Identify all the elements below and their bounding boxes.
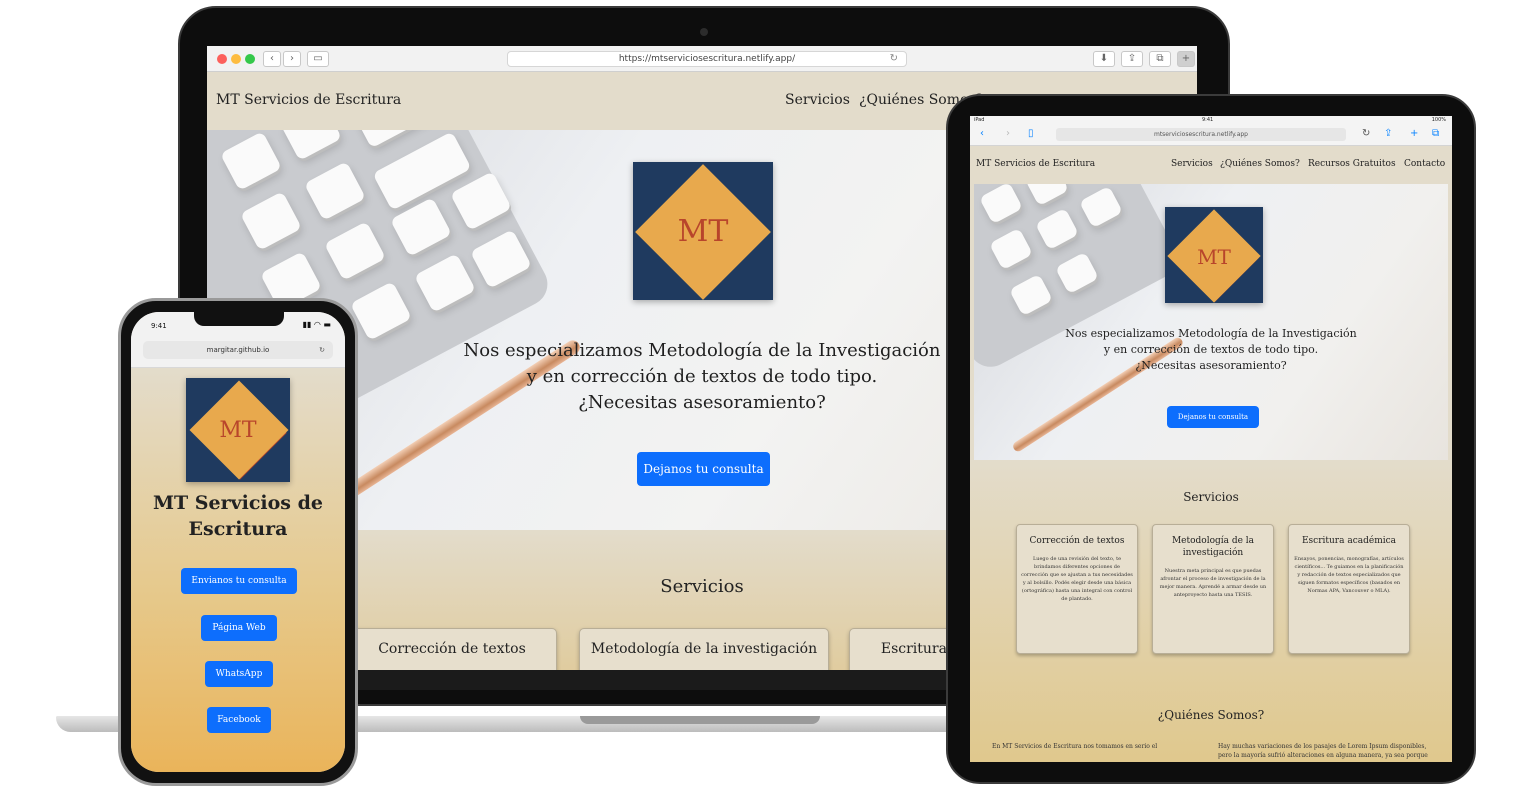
- quienes-somos-text-right: Hay muchas variaciones de los pasajes de…: [1218, 743, 1428, 759]
- signal-wifi-battery-icon: ▮▮ ◠ ▬: [302, 320, 331, 329]
- maximize-window-button[interactable]: [245, 54, 255, 64]
- reload-icon[interactable]: ↻: [319, 341, 325, 359]
- hero-section: MT Nos especializamos Metodología de la …: [974, 184, 1448, 460]
- minimize-window-button[interactable]: [231, 54, 241, 64]
- phone-page: MT MT Servicios de Escritura Envianos tu…: [131, 368, 345, 772]
- service-card-title: Corrección de textos: [378, 641, 526, 657]
- back-icon[interactable]: ‹: [263, 51, 281, 67]
- nav-recursos-gratuitos[interactable]: Recursos Gratuitos: [1308, 159, 1396, 169]
- address-bar[interactable]: margitar.github.io ↻: [143, 341, 333, 359]
- hero-line: ¿Necesitas asesoramiento?: [1135, 359, 1287, 372]
- browser-toolbar: ‹ › ▭ https://mtserviciosescritura.netli…: [207, 46, 1197, 72]
- quienes-somos-title: ¿Quiénes Somos?: [1157, 708, 1265, 722]
- reload-icon[interactable]: ↻: [1362, 128, 1370, 139]
- sidebar-icon[interactable]: ▭: [307, 51, 329, 67]
- tablet-status-bar: iPad 9:41 100%: [970, 116, 1452, 124]
- web-button[interactable]: Página Web: [201, 615, 277, 641]
- reload-icon[interactable]: ↻: [890, 52, 898, 66]
- status-battery: 100%: [1431, 117, 1446, 123]
- address-url: https://mtserviciosescritura.netlify.app…: [618, 54, 796, 64]
- service-card-title: Metodología de la investigación: [1171, 536, 1255, 558]
- laptop-camera: [700, 28, 708, 36]
- site-header: MT Servicios de Escritura Servicios ¿Qui…: [970, 146, 1452, 184]
- service-card[interactable]: Corrección de textos Luego de una revisi…: [1016, 524, 1138, 654]
- hero-line: y en corrección de textos de todo tipo.: [1103, 343, 1319, 356]
- service-card-body: Luego de una revisión del texto, te brin…: [1021, 556, 1133, 602]
- hero-line: Nos especializamos Metodología de la Inv…: [1065, 327, 1357, 340]
- service-card[interactable]: Metodología de la investigación Nuestra …: [1152, 524, 1274, 654]
- nav-servicios[interactable]: Servicios: [785, 92, 850, 108]
- service-card-title: Escritura académica: [1301, 536, 1397, 546]
- address-url: margitar.github.io: [206, 346, 270, 354]
- tablet-screen: iPad 9:41 100% ‹ › ▯ mtserviciosescritur…: [970, 116, 1452, 762]
- logo-text: MT: [677, 214, 729, 249]
- services-title: Servicios: [1183, 490, 1239, 504]
- status-time: 9:41: [151, 322, 167, 330]
- tablet-browser-toolbar: ‹ › ▯ mtserviciosescritura.netlify.app ↻…: [970, 124, 1452, 146]
- consulta-button[interactable]: Dejanos tu consulta: [637, 452, 770, 486]
- consulta-button[interactable]: Dejanos tu consulta: [1167, 406, 1259, 428]
- phone-browser-toolbar: margitar.github.io ↻: [131, 334, 345, 368]
- address-bar[interactable]: mtserviciosescritura.netlify.app: [1056, 128, 1346, 141]
- laptop-trackpad-notch: [580, 716, 820, 724]
- address-url: mtserviciosescritura.netlify.app: [1153, 131, 1248, 138]
- status-time: 9:41: [1202, 117, 1214, 123]
- logo: MT: [633, 162, 773, 300]
- phone-screen: 9:41 ▮▮ ◠ ▬ margitar.github.io ↻ MT MT S…: [131, 312, 345, 772]
- service-card[interactable]: Metodología de la investigación: [579, 628, 829, 670]
- bookmarks-icon[interactable]: ▯: [1028, 128, 1034, 139]
- status-device: iPad: [974, 117, 985, 123]
- forward-icon[interactable]: ›: [1006, 128, 1010, 139]
- share-icon[interactable]: ⇪: [1384, 128, 1392, 139]
- phone-notch: [194, 312, 284, 326]
- hero-line: ¿Necesitas asesoramiento?: [578, 392, 826, 413]
- logo-text: MT: [1197, 245, 1231, 269]
- tabs-icon[interactable]: ⧉: [1432, 128, 1439, 139]
- tabs-icon[interactable]: ⧉: [1149, 51, 1171, 67]
- service-card-title: Corrección de textos: [1029, 536, 1125, 546]
- logo-text: MT: [219, 418, 257, 443]
- whatsapp-button[interactable]: WhatsApp: [205, 661, 273, 687]
- site-brand[interactable]: MT Servicios de Escritura: [216, 92, 401, 108]
- close-window-button[interactable]: [217, 54, 227, 64]
- nav-servicios[interactable]: Servicios: [1171, 159, 1213, 169]
- service-card[interactable]: Corrección de textos: [347, 628, 557, 670]
- nav-quienes-somos[interactable]: ¿Quiénes Somos?: [1220, 159, 1300, 169]
- share-icon[interactable]: ⇪: [1121, 51, 1143, 67]
- address-bar[interactable]: https://mtserviciosescritura.netlify.app…: [507, 51, 907, 67]
- hero-line: y en corrección de textos de todo tipo.: [526, 366, 878, 387]
- consulta-button[interactable]: Envianos tu consulta: [181, 568, 297, 594]
- forward-icon[interactable]: ›: [283, 51, 301, 67]
- site-brand[interactable]: MT Servicios de Escritura: [976, 159, 1095, 169]
- logo: MT: [186, 378, 290, 482]
- hero-heading: Nos especializamos Metodología de la Inv…: [407, 338, 997, 416]
- service-card-body: Nuestra meta principal es que puedas afr…: [1159, 568, 1267, 598]
- new-tab-icon[interactable]: +: [1177, 51, 1195, 67]
- service-card-title: Metodología de la investigación: [590, 641, 818, 657]
- hero-line: Nos especializamos Metodología de la Inv…: [463, 340, 941, 361]
- hero-heading: Nos especializamos Metodología de la Inv…: [1014, 326, 1408, 374]
- back-icon[interactable]: ‹: [980, 128, 984, 139]
- new-tab-icon[interactable]: +: [1410, 128, 1418, 139]
- logo: MT: [1165, 207, 1263, 303]
- service-card[interactable]: Escritura académica Ensayos, ponencias, …: [1288, 524, 1410, 654]
- quienes-somos-text-left: En MT Servicios de Escritura nos tomamos…: [992, 743, 1158, 750]
- download-icon[interactable]: ⬇: [1093, 51, 1115, 67]
- service-card-body: Ensayos, ponencias, monografías, artícul…: [1294, 556, 1404, 594]
- page-title: MT Servicios de Escritura: [152, 492, 323, 540]
- nav-contacto[interactable]: Contacto: [1404, 159, 1445, 169]
- facebook-button[interactable]: Facebook: [207, 707, 271, 733]
